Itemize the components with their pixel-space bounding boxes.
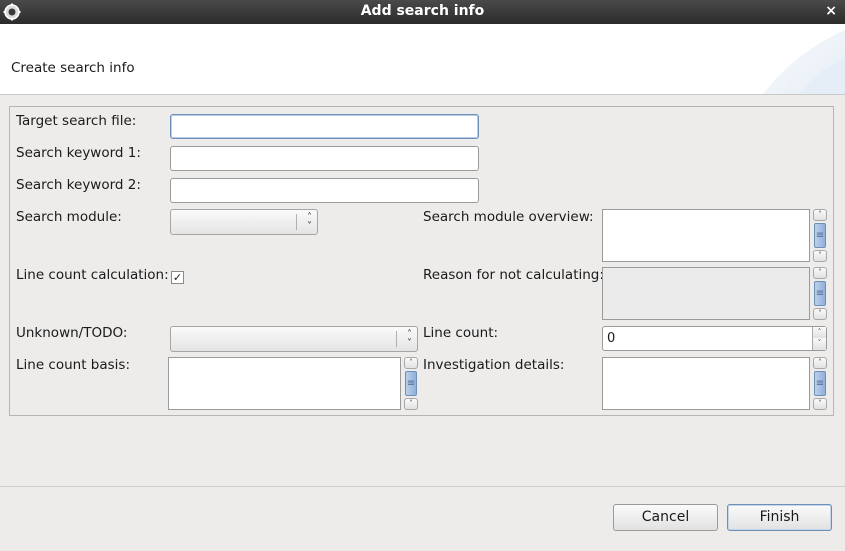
keyword2-label: Search keyword 2: (16, 177, 141, 193)
line-count-spinner[interactable]: 0 ˄ ˅ (602, 326, 827, 351)
keyword1-input[interactable] (170, 146, 479, 171)
scroll-up-icon[interactable]: ˄ (813, 357, 827, 369)
module-overview-label: Search module overview: (423, 209, 594, 225)
line-count-calc-label: Line count calculation: (16, 267, 169, 283)
scroll-down-icon[interactable]: ˅ (813, 250, 827, 262)
line-count-basis-scrollbar[interactable]: ˄ ˅ (404, 357, 418, 410)
window-title: Add search info (360, 3, 485, 19)
unknown-todo-combo[interactable]: ˄ ˅ (170, 326, 418, 352)
target-file-input[interactable] (170, 114, 479, 139)
unknown-todo-label: Unknown/TODO: (16, 325, 128, 341)
investigation-label: Investigation details: (423, 357, 565, 373)
scroll-down-icon[interactable]: ˅ (813, 398, 827, 410)
keyword1-label: Search keyword 1: (16, 145, 141, 161)
module-label: Search module: (16, 209, 122, 225)
footer-separator (0, 486, 845, 487)
wizard-banner: Create search info (0, 24, 845, 95)
keyword2-input[interactable] (170, 178, 479, 203)
module-overview-scrollbar[interactable]: ˄ ˅ (813, 209, 827, 262)
reason-not-calc-textarea[interactable] (602, 267, 810, 320)
module-combo[interactable]: ˄ ˅ (170, 209, 318, 235)
line-count-calc-checkbox[interactable]: ✓ (171, 271, 184, 284)
line-count-value[interactable]: 0 (607, 331, 615, 346)
cancel-button[interactable]: Cancel (613, 504, 718, 531)
line-count-basis-textarea[interactable] (168, 357, 401, 410)
scroll-up-icon[interactable]: ˄ (404, 357, 418, 369)
scroll-up-icon[interactable]: ˄ (813, 267, 827, 279)
reason-not-calc-scrollbar[interactable]: ˄ ˅ (813, 267, 827, 320)
banner-subtitle: Create search info (11, 60, 135, 76)
reason-not-calc-label: Reason for not calculating: (423, 267, 604, 283)
banner-decoration-icon (763, 29, 845, 94)
chevron-updown-icon: ˄ ˅ (407, 329, 412, 349)
search-info-group: Target search file: Search keyword 1: Se… (9, 106, 834, 416)
investigation-scrollbar[interactable]: ˄ ˅ (813, 357, 827, 410)
investigation-textarea[interactable] (602, 357, 810, 410)
scroll-down-icon[interactable]: ˅ (813, 308, 827, 320)
line-count-label: Line count: (423, 325, 499, 341)
close-icon[interactable]: × (825, 3, 837, 19)
module-overview-textarea[interactable] (602, 209, 810, 262)
title-bar: Add search info × (0, 0, 845, 24)
finish-button[interactable]: Finish (727, 504, 832, 531)
scroll-up-icon[interactable]: ˄ (813, 209, 827, 221)
chevron-down-icon[interactable]: ˅ (812, 338, 826, 350)
chevron-updown-icon: ˄ ˅ (307, 212, 312, 232)
line-count-basis-label: Line count basis: (16, 357, 131, 373)
target-file-label: Target search file: (16, 113, 137, 129)
scroll-down-icon[interactable]: ˅ (404, 398, 418, 410)
